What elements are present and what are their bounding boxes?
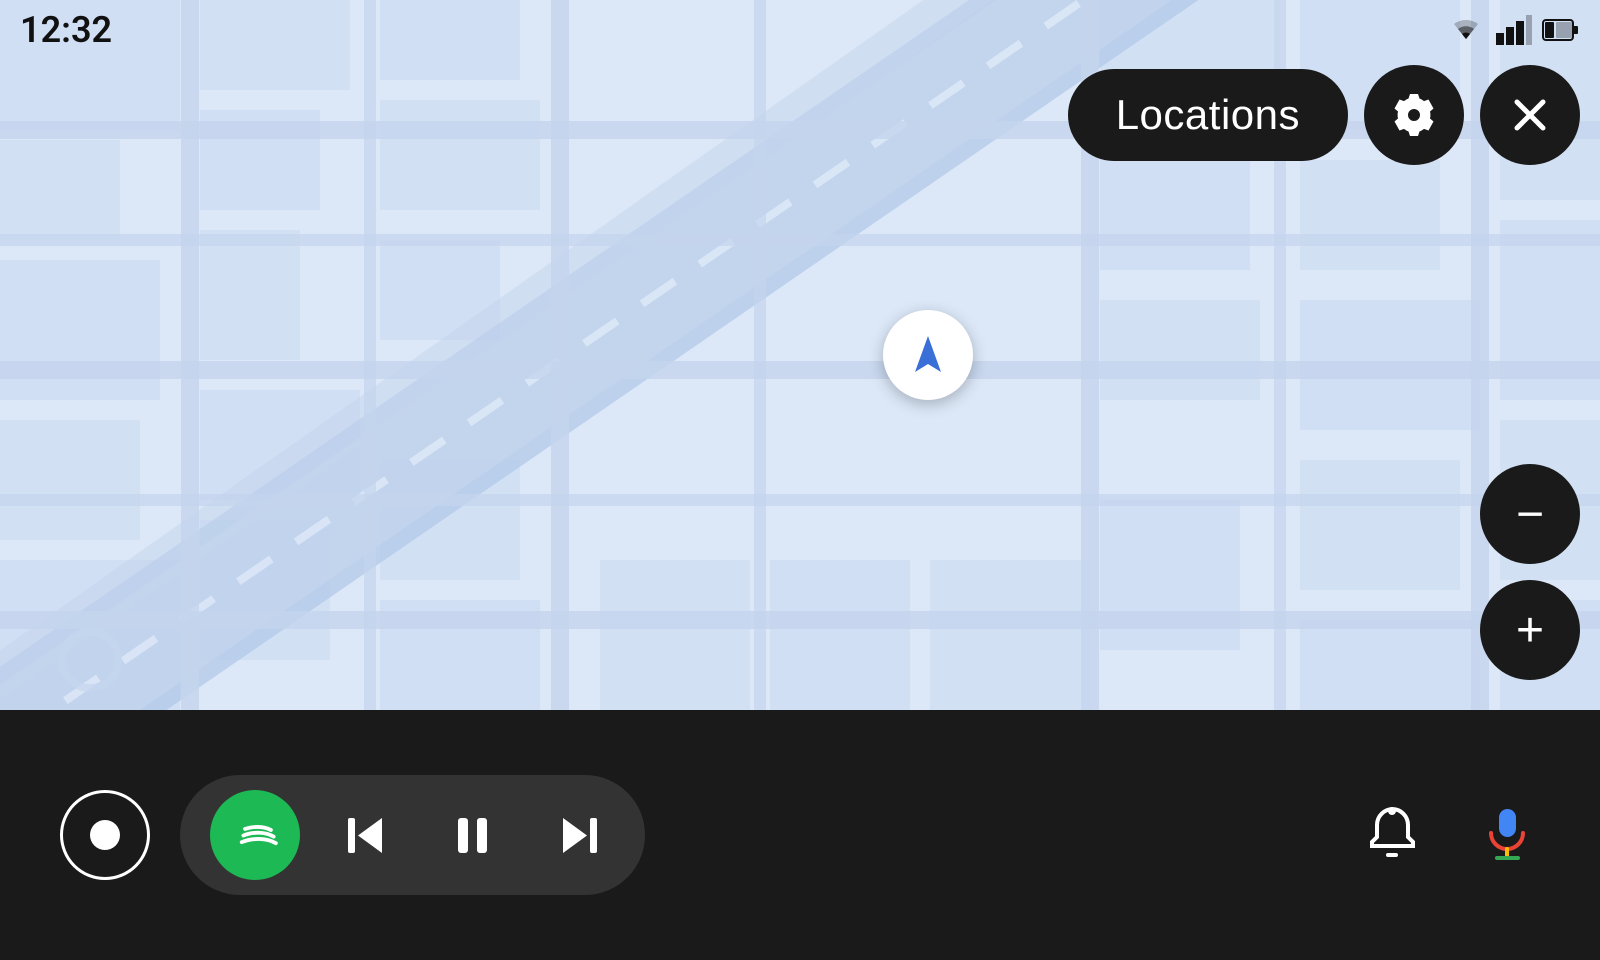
- settings-button[interactable]: [1364, 65, 1464, 165]
- zoom-in-button[interactable]: +: [1480, 580, 1580, 680]
- bell-icon: [1360, 801, 1425, 866]
- status-icons: [1446, 15, 1580, 45]
- bottom-right-controls: [1360, 801, 1540, 869]
- location-marker: [883, 310, 973, 400]
- spotify-button[interactable]: [210, 790, 300, 880]
- close-button[interactable]: [1480, 65, 1580, 165]
- zoom-controls: − +: [1480, 464, 1580, 680]
- map-area[interactable]: 12:32 Location: [0, 0, 1600, 710]
- prev-icon: [340, 808, 395, 863]
- status-bar: 12:32: [0, 0, 1600, 60]
- home-icon: [90, 820, 120, 850]
- wifi-icon: [1446, 15, 1486, 45]
- bottom-left-controls: [60, 775, 645, 895]
- prev-button[interactable]: [330, 798, 405, 873]
- navigation-arrow: [903, 330, 953, 380]
- locations-button[interactable]: Locations: [1068, 69, 1348, 161]
- close-icon: [1505, 90, 1555, 140]
- media-player-pill: [180, 775, 645, 895]
- top-controls: Locations: [1068, 65, 1580, 165]
- mic-button[interactable]: [1475, 801, 1540, 869]
- next-button[interactable]: [540, 798, 615, 873]
- bottom-bar: [0, 710, 1600, 960]
- notification-button[interactable]: [1360, 801, 1425, 869]
- pause-icon: [445, 808, 500, 863]
- pause-button[interactable]: [435, 798, 510, 873]
- next-icon: [550, 808, 605, 863]
- battery-icon: [1542, 18, 1580, 42]
- mic-icon: [1475, 801, 1540, 866]
- gear-icon: [1389, 90, 1439, 140]
- signal-icon: [1496, 15, 1532, 45]
- zoom-out-button[interactable]: −: [1480, 464, 1580, 564]
- spotify-icon: [228, 808, 283, 863]
- clock: 12:32: [20, 9, 112, 51]
- home-button[interactable]: [60, 790, 150, 880]
